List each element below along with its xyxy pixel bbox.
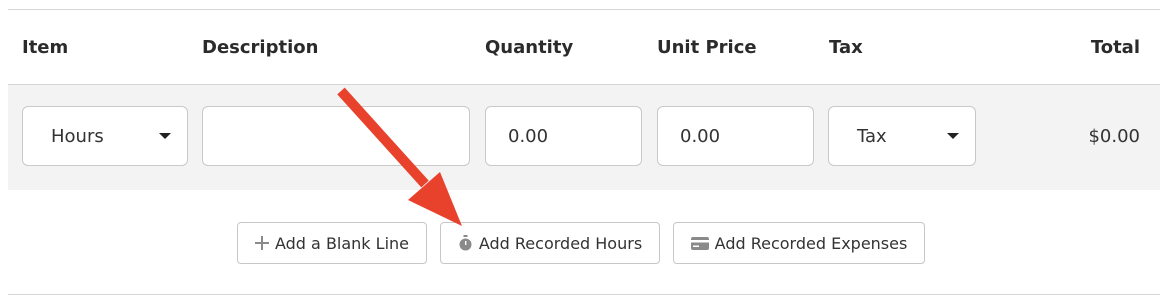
add-blank-line-label: Add a Blank Line: [274, 233, 409, 253]
line-total: $0.00: [1088, 126, 1140, 147]
plus-icon: [254, 236, 269, 250]
header-unit-price: Unit Price: [657, 37, 757, 58]
unit-price-input[interactable]: 0.00: [657, 106, 814, 166]
item-select[interactable]: Hours: [22, 106, 188, 166]
header-description: Description: [202, 37, 319, 58]
stopwatch-icon: [458, 235, 473, 251]
chevron-down-icon: [159, 133, 171, 139]
header-item: Item: [22, 37, 69, 58]
tax-select-value: Tax: [857, 125, 887, 147]
add-recorded-hours-button[interactable]: Add Recorded Hours: [440, 222, 660, 264]
unit-price-input-value: 0.00: [680, 125, 721, 147]
invoice-line-items: Item Description Quantity Unit Price Tax…: [0, 0, 1160, 302]
add-recorded-expenses-button[interactable]: Add Recorded Expenses: [673, 222, 925, 264]
quantity-input[interactable]: 0.00: [485, 106, 642, 166]
header-total: Total: [1090, 37, 1140, 58]
tax-select[interactable]: Tax: [828, 106, 976, 166]
add-blank-line-button[interactable]: Add a Blank Line: [237, 222, 427, 264]
bottom-divider: [8, 294, 1160, 295]
item-select-value: Hours: [51, 125, 104, 147]
quantity-input-value: 0.00: [508, 125, 549, 147]
header-quantity: Quantity: [485, 37, 574, 58]
description-input[interactable]: [202, 106, 470, 166]
table-header: Item Description Quantity Unit Price Tax…: [0, 10, 1160, 84]
add-recorded-expenses-label: Add Recorded Expenses: [714, 233, 908, 253]
add-recorded-hours-label: Add Recorded Hours: [478, 233, 643, 253]
chevron-down-icon: [947, 133, 959, 139]
credit-card-icon: [690, 236, 709, 250]
header-tax: Tax: [829, 37, 863, 58]
table-row: Hours 0.00 0.00 Tax $0.00: [8, 85, 1160, 190]
